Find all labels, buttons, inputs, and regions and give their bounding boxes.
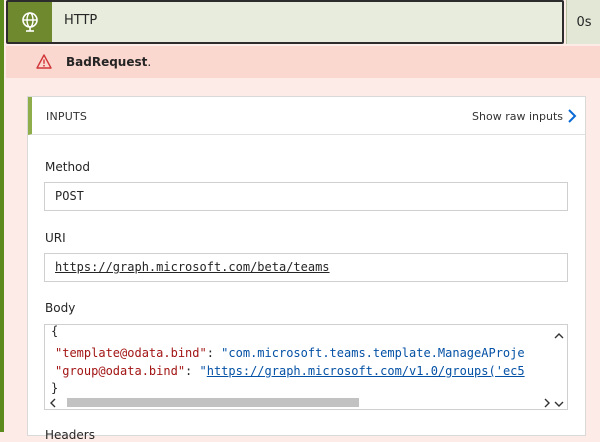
body-field[interactable]: { "template@odata.bind": "com.microsoft.… bbox=[44, 324, 568, 410]
uri-label: URI bbox=[45, 231, 66, 245]
scroll-right-icon[interactable] bbox=[543, 397, 551, 409]
body-line-1-sep: : bbox=[206, 346, 222, 360]
body-label: Body bbox=[45, 301, 76, 315]
scroll-left-icon[interactable] bbox=[49, 397, 57, 409]
body-line-2-sep: : bbox=[185, 364, 200, 378]
method-value: POST bbox=[55, 189, 84, 203]
chevron-right-icon[interactable] bbox=[567, 108, 577, 127]
run-details-frame: HTTP 0s BadRequest. INPUTS Show raw inpu… bbox=[0, 0, 600, 442]
status-accent-bar bbox=[0, 0, 4, 432]
uri-value[interactable]: https://graph.microsoft.com/beta/teams bbox=[55, 260, 330, 274]
scroll-down-icon[interactable] bbox=[554, 397, 564, 409]
method-field[interactable]: POST bbox=[44, 182, 568, 211]
error-punct: . bbox=[147, 55, 152, 69]
inputs-panel: INPUTS Show raw inputs Method POST URI h… bbox=[27, 96, 586, 442]
body-line-1: "template@odata.bind": "com.microsoft.te… bbox=[55, 346, 525, 360]
error-message: BadRequest. bbox=[66, 55, 151, 69]
action-title: HTTP bbox=[64, 13, 98, 28]
body-open-brace: { bbox=[51, 324, 59, 338]
body-line-2-value[interactable]: https://graph.microsoft.com/v1.0/groups(… bbox=[207, 364, 525, 378]
body-line-1-key: "template@odata.bind" bbox=[55, 346, 207, 360]
body-line-1-value: "com.microsoft.teams.template.ManageAPro… bbox=[221, 346, 525, 360]
inputs-header: INPUTS Show raw inputs bbox=[28, 97, 585, 135]
body-line-2-key: "group@odata.bind" bbox=[55, 364, 186, 378]
method-label: Method bbox=[45, 160, 91, 174]
action-header[interactable]: HTTP bbox=[6, 0, 564, 44]
uri-field[interactable]: https://graph.microsoft.com/beta/teams bbox=[44, 253, 568, 282]
error-banner: BadRequest. bbox=[6, 46, 600, 78]
warning-icon bbox=[36, 54, 52, 72]
show-raw-inputs-link[interactable]: Show raw inputs bbox=[472, 110, 563, 123]
body-line-2: "group@odata.bind": "https://graph.micro… bbox=[55, 364, 525, 378]
scroll-up-icon[interactable] bbox=[554, 329, 564, 343]
globe-icon bbox=[8, 2, 52, 42]
duration-badge: 0s bbox=[566, 0, 600, 44]
horizontal-scrollbar-thumb[interactable] bbox=[67, 398, 359, 407]
headers-label: Headers bbox=[45, 428, 95, 442]
inputs-title: INPUTS bbox=[46, 110, 88, 123]
body-close-brace: } bbox=[51, 381, 59, 395]
error-code: BadRequest bbox=[66, 55, 148, 69]
body-line-2-quote: " bbox=[199, 364, 207, 378]
